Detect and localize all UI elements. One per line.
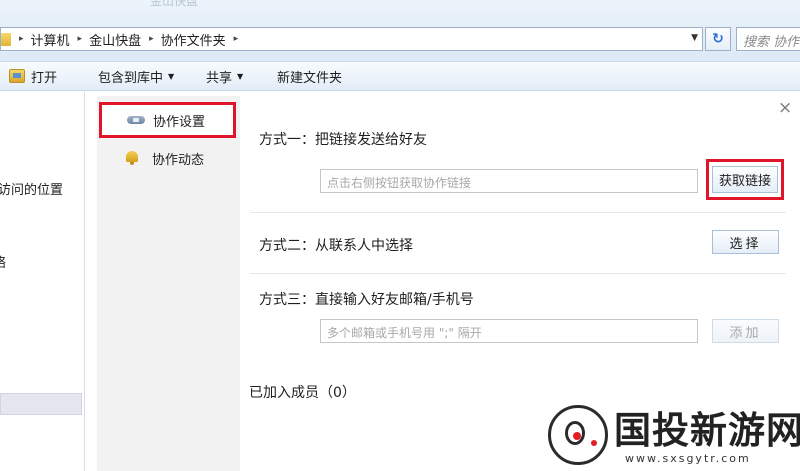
share-button[interactable]: 共享 ▼ [205,62,277,91]
method1-title: 方式一：把链接发送给好友 [259,132,427,148]
watermark-logo-dot [591,440,597,446]
email-phone-input[interactable]: 多个邮箱或手机号用 ";" 隔开 [320,319,698,343]
chevron-right-icon[interactable]: ▸ [78,34,83,44]
chevron-right-icon[interactable]: ▸ [149,34,154,44]
address-bar[interactable]: ▸ 计算机 ▸ 金山快盘 ▸ 协作文件夹 ▸ ▼ [0,27,703,51]
method3-title: 方式三：直接输入好友邮箱/手机号 [259,292,474,308]
tab-collab-activity-label: 协作动态 [152,152,205,168]
include-label: 包含到库中 [98,70,164,86]
close-icon[interactable]: × [778,99,792,117]
breadcrumb-kuaipan[interactable]: 金山快盘 [89,30,141,49]
method2-title: 方式二：从联系人中选择 [259,238,413,254]
window-title: 金山快盘 [150,0,199,8]
refresh-button[interactable]: ↻ [705,27,731,51]
nav-item-network[interactable]: 络 [0,252,6,271]
collab-link-input[interactable]: 点击右侧按钮获取协作链接 [320,169,698,193]
open-icon [9,69,25,83]
folder-icon [1,32,11,46]
divider [250,212,786,213]
select-contact-button[interactable]: 选择 [712,230,779,254]
chevron-right-icon[interactable]: ▸ [234,34,239,44]
search-input[interactable]: 搜索 协作 [736,27,800,51]
watermark-logo-dot [573,432,581,440]
tab-collab-settings[interactable]: 协作设置 [99,102,236,138]
address-dropdown-icon[interactable]: ▼ [691,33,698,43]
share-label: 共享 [206,70,233,86]
new-folder-label: 新建文件夹 [277,70,343,86]
tab-collab-settings-label: 协作设置 [153,114,206,130]
watermark-url: www.sxsgytr.com [625,452,751,465]
chevron-right-icon[interactable]: ▸ [19,34,24,44]
chevron-down-icon: ▼ [237,71,244,81]
settings-link-icon [127,114,145,126]
open-label: 打开 [31,70,58,86]
watermark-brand: 国投新游网 [614,409,800,452]
open-button[interactable]: 打开 [0,62,96,91]
get-link-label: 获取链接 [712,166,778,193]
nav-item-recent-places[interactable]: 访问的位置 [0,179,63,198]
bell-icon [125,151,139,165]
chevron-down-icon: ▼ [168,71,175,81]
members-count-label: 已加入成员（0） [249,385,356,401]
get-link-button[interactable]: 获取链接 [706,159,784,200]
address-strip: 金山快盘 ▸ 计算机 ▸ 金山快盘 ▸ 协作文件夹 ▸ ▼ ↻ 搜索 协作 [0,0,800,62]
refresh-icon: ↻ [712,31,724,47]
navigation-pane: 访问的位置 络 [0,92,85,471]
breadcrumb-collab-folder[interactable]: 协作文件夹 [161,30,226,49]
include-in-library-button[interactable]: 包含到库中 ▼ [96,62,205,91]
divider [250,273,786,274]
nav-scrollbar[interactable] [0,393,82,415]
new-folder-button[interactable]: 新建文件夹 [277,62,342,91]
add-button[interactable]: 添加 [712,319,779,343]
breadcrumb-computer[interactable]: 计算机 [31,30,70,49]
command-bar: 打开 包含到库中 ▼ 共享 ▼ 新建文件夹 [0,62,800,91]
tab-collab-activity[interactable]: 协作动态 [97,140,240,176]
